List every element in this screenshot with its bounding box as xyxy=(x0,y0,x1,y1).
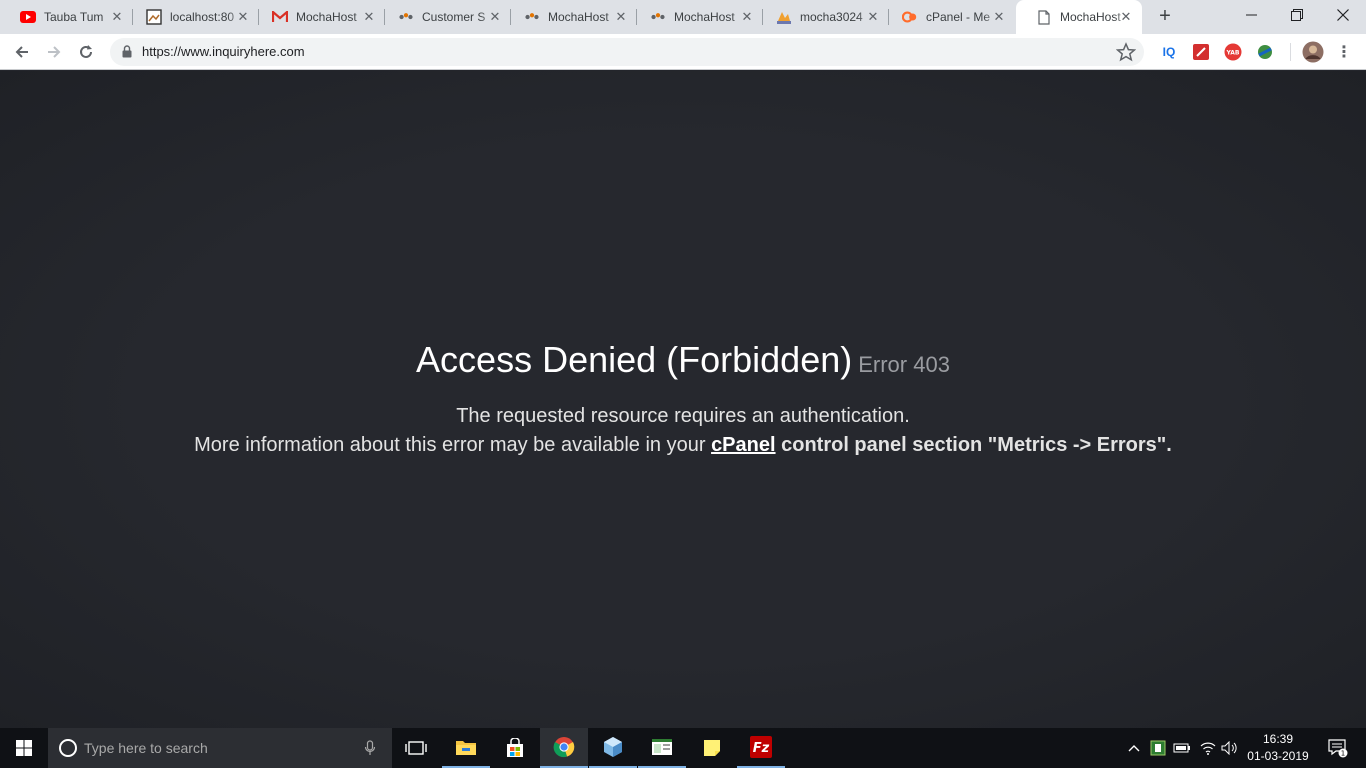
extension-iq-icon[interactable]: IQ xyxy=(1160,43,1178,61)
close-tab-icon[interactable]: ✕ xyxy=(739,9,755,25)
wifi-icon[interactable] xyxy=(1198,728,1218,768)
chrome-icon xyxy=(553,737,575,758)
back-button[interactable] xyxy=(8,38,36,66)
image-icon xyxy=(146,9,162,25)
youtube-icon xyxy=(20,9,36,25)
menu-kebab-icon[interactable]: ⋮ xyxy=(1335,43,1353,61)
tab-mochahost-2[interactable]: MochaHost ✕ xyxy=(630,0,763,34)
tab-phpmyadmin[interactable]: mocha3024 ✕ xyxy=(756,0,889,34)
windows-logo-icon xyxy=(16,740,32,756)
page-title: Access Denied (Forbidden) xyxy=(416,339,853,380)
chrome-button[interactable] xyxy=(540,728,588,768)
extension-pdf-icon[interactable] xyxy=(1192,43,1210,61)
virtualbox-button[interactable] xyxy=(589,728,637,768)
tab-gmail[interactable]: MochaHost ✕ xyxy=(252,0,385,34)
line2-suffix: control panel section "Metrics -> Errors… xyxy=(775,434,1172,456)
cpanel-icon xyxy=(902,9,918,25)
restore-button[interactable] xyxy=(1274,0,1320,30)
mochahost-icon xyxy=(524,9,540,25)
svg-text:Fz: Fz xyxy=(753,741,770,756)
browser-toolbar: https://www.inquiryhere.com IQ YAB ⋮ xyxy=(0,34,1366,70)
close-tab-icon[interactable]: ✕ xyxy=(865,9,881,25)
volume-icon[interactable] xyxy=(1220,728,1240,768)
taskbar-search[interactable]: Type here to search xyxy=(48,728,392,768)
line2-prefix: More information about this error may be… xyxy=(194,434,712,456)
new-tab-button[interactable]: + xyxy=(1153,5,1177,29)
battery-icon[interactable] xyxy=(1172,728,1192,768)
tab-mochahost-active[interactable]: MochaHost ✕ xyxy=(1016,0,1142,34)
forward-button[interactable] xyxy=(40,38,68,66)
clock-date: 01-03-2019 xyxy=(1247,749,1309,763)
clock-time: 16:39 xyxy=(1262,732,1294,746)
error-message-line1: The requested resource requires an authe… xyxy=(456,405,910,427)
tab-youtube[interactable]: Tauba Tum ✕ xyxy=(0,0,133,34)
tab-strip: Tauba Tum ✕ localhost:80 ✕ MochaHost ✕ C… xyxy=(0,0,1366,34)
error-heading: Access Denied (Forbidden) Error 403 xyxy=(0,339,1366,381)
folder-icon xyxy=(456,741,476,755)
filezilla-button[interactable]: Fz xyxy=(737,728,785,768)
mochahost-icon xyxy=(650,9,666,25)
store-button[interactable] xyxy=(491,728,539,768)
close-tab-icon[interactable]: ✕ xyxy=(235,9,251,25)
search-placeholder[interactable]: Type here to search xyxy=(84,740,208,756)
task-view-icon xyxy=(405,741,427,755)
forward-arrow-icon xyxy=(48,46,61,58)
close-tab-icon[interactable]: ✕ xyxy=(361,9,377,25)
show-hidden-icons-chevron[interactable] xyxy=(1124,728,1144,768)
minimize-button[interactable] xyxy=(1228,0,1274,30)
mochahost-icon xyxy=(398,9,414,25)
url-text[interactable]: https://www.inquiryhere.com xyxy=(142,44,305,59)
close-tab-icon[interactable]: ✕ xyxy=(109,9,125,25)
phpmyadmin-icon xyxy=(776,9,792,25)
cube-icon xyxy=(604,737,622,757)
yab-label: YAB xyxy=(1226,50,1240,57)
profile-avatar[interactable] xyxy=(1302,41,1324,63)
filezilla-icon: Fz xyxy=(750,736,772,758)
page-content: Access Denied (Forbidden) Error 403 The r… xyxy=(0,71,1366,728)
close-tab-icon[interactable]: ✕ xyxy=(613,9,629,25)
error-code: Error 403 xyxy=(858,352,950,377)
cortana-icon xyxy=(59,739,77,757)
extension-yab-icon[interactable]: YAB xyxy=(1224,43,1242,61)
gmail-icon xyxy=(272,9,288,25)
toolbar-divider xyxy=(1290,43,1291,61)
tab-cpanel[interactable]: cPanel - Me ✕ xyxy=(882,0,1015,34)
tray-app-icon[interactable] xyxy=(1148,728,1168,768)
tab-mochahost-1[interactable]: MochaHost ✕ xyxy=(504,0,637,34)
sticky-note-icon xyxy=(704,740,720,756)
address-bar[interactable]: https://www.inquiryhere.com xyxy=(110,38,1144,66)
cpanel-link[interactable]: cPanel xyxy=(711,434,775,456)
back-arrow-icon xyxy=(15,46,28,58)
notification-icon: 1 xyxy=(1328,739,1348,758)
close-window-button[interactable] xyxy=(1320,0,1366,30)
lock-icon xyxy=(122,45,132,58)
tab-localhost[interactable]: localhost:80 ✕ xyxy=(126,0,259,34)
microphone-icon xyxy=(364,740,376,755)
task-view-button[interactable] xyxy=(392,728,440,768)
file-explorer-button[interactable] xyxy=(442,728,490,768)
tab-customer-s[interactable]: Customer S ✕ xyxy=(378,0,511,34)
start-button[interactable] xyxy=(0,728,48,768)
store-bag-icon xyxy=(507,738,523,757)
reload-button[interactable] xyxy=(72,38,100,66)
window-app-icon xyxy=(652,739,672,755)
error-message-line2: More information about this error may be… xyxy=(0,434,1366,457)
bookmark-star-icon[interactable] xyxy=(1116,42,1136,62)
page-icon xyxy=(1036,9,1052,25)
notification-count: 1 xyxy=(1341,750,1345,758)
sticky-notes-button[interactable] xyxy=(688,728,736,768)
app-window-button[interactable] xyxy=(638,728,686,768)
close-tab-icon[interactable]: ✕ xyxy=(991,9,1007,25)
system-clock[interactable]: 16:39 01-03-2019 xyxy=(1240,731,1316,765)
reload-icon xyxy=(80,45,92,58)
close-tab-icon[interactable]: ✕ xyxy=(1118,9,1134,25)
close-tab-icon[interactable]: ✕ xyxy=(487,9,503,25)
action-center-button[interactable]: 1 xyxy=(1320,728,1356,768)
extension-globe-icon[interactable] xyxy=(1256,43,1274,61)
windows-taskbar: Type here to search Fz 16:39 01-03-2019 … xyxy=(0,728,1366,768)
